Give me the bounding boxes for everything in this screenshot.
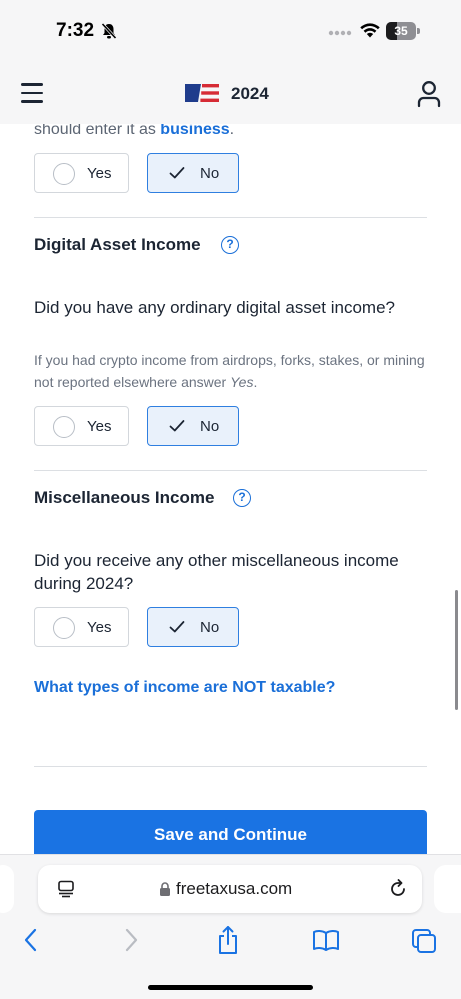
prev-yes-option[interactable]: Yes [34,153,129,193]
check-icon [169,167,185,179]
main-content: should enter it as business. Yes No Digi… [0,124,461,854]
radio-circle [53,416,75,438]
scrollbar[interactable] [455,590,458,710]
app-header: 2024 [0,62,461,124]
divider [34,766,427,767]
bell-slash-icon [101,22,117,40]
share-icon[interactable] [217,925,239,955]
option-label: Yes [87,165,112,182]
divider [34,470,427,471]
prev-no-option[interactable]: No [147,153,239,193]
wifi-icon [360,23,380,38]
help-icon[interactable]: ? [221,236,239,254]
digital-asset-title: Digital Asset Income [34,235,201,254]
check-icon [169,420,185,432]
save-and-continue-button[interactable]: Save and Continue [34,810,427,854]
tax-year: 2024 [231,84,269,103]
forward-icon[interactable] [122,927,140,953]
digital-yes-option[interactable]: Yes [34,406,129,446]
signal-dots-icon [328,30,352,36]
intro-text: should enter it as business. [34,124,234,139]
bookmarks-icon[interactable] [312,929,340,951]
misc-income-question: Did you receive any other miscellaneous … [34,551,399,593]
reload-icon[interactable] [388,879,408,899]
radio-circle [53,617,75,639]
digital-asset-question: Did you have any ordinary digital asset … [34,298,395,317]
option-label: Yes [87,418,112,435]
misc-yes-option[interactable]: Yes [34,607,129,647]
option-label: No [200,418,220,435]
digital-asset-hint: If you had crypto income from airdrops, … [34,352,425,390]
digital-no-option[interactable]: No [147,406,239,446]
next-tab-peek[interactable] [434,865,461,913]
back-icon[interactable] [22,927,40,953]
help-icon[interactable]: ? [233,489,251,507]
misc-income-title: Miscellaneous Income [34,488,215,507]
menu-icon[interactable] [21,83,43,103]
option-label: Yes [87,619,112,636]
misc-no-option[interactable]: No [147,607,239,647]
battery-indicator: 35 [386,22,420,40]
flag-logo-icon[interactable] [185,84,219,102]
option-label: No [200,165,220,182]
radio-circle [53,163,75,185]
previous-tab-peek[interactable] [0,865,14,913]
status-bar: 7:32 35 [0,0,461,62]
address-bar[interactable]: freetaxusa.com [38,865,422,913]
divider [34,217,427,218]
business-link[interactable]: business [160,124,229,138]
user-icon[interactable] [416,80,442,108]
home-indicator [148,985,313,990]
nontaxable-income-link[interactable]: What types of income are NOT taxable? [34,679,335,697]
lock-icon [160,882,170,896]
status-time: 7:32 [56,20,95,41]
check-icon [169,621,185,633]
option-label: No [200,619,220,636]
browser-bottom-bar: freetaxusa.com [0,854,461,999]
tabs-icon[interactable] [411,928,437,954]
reader-icon[interactable] [57,880,75,898]
url-text: freetaxusa.com [176,879,293,898]
